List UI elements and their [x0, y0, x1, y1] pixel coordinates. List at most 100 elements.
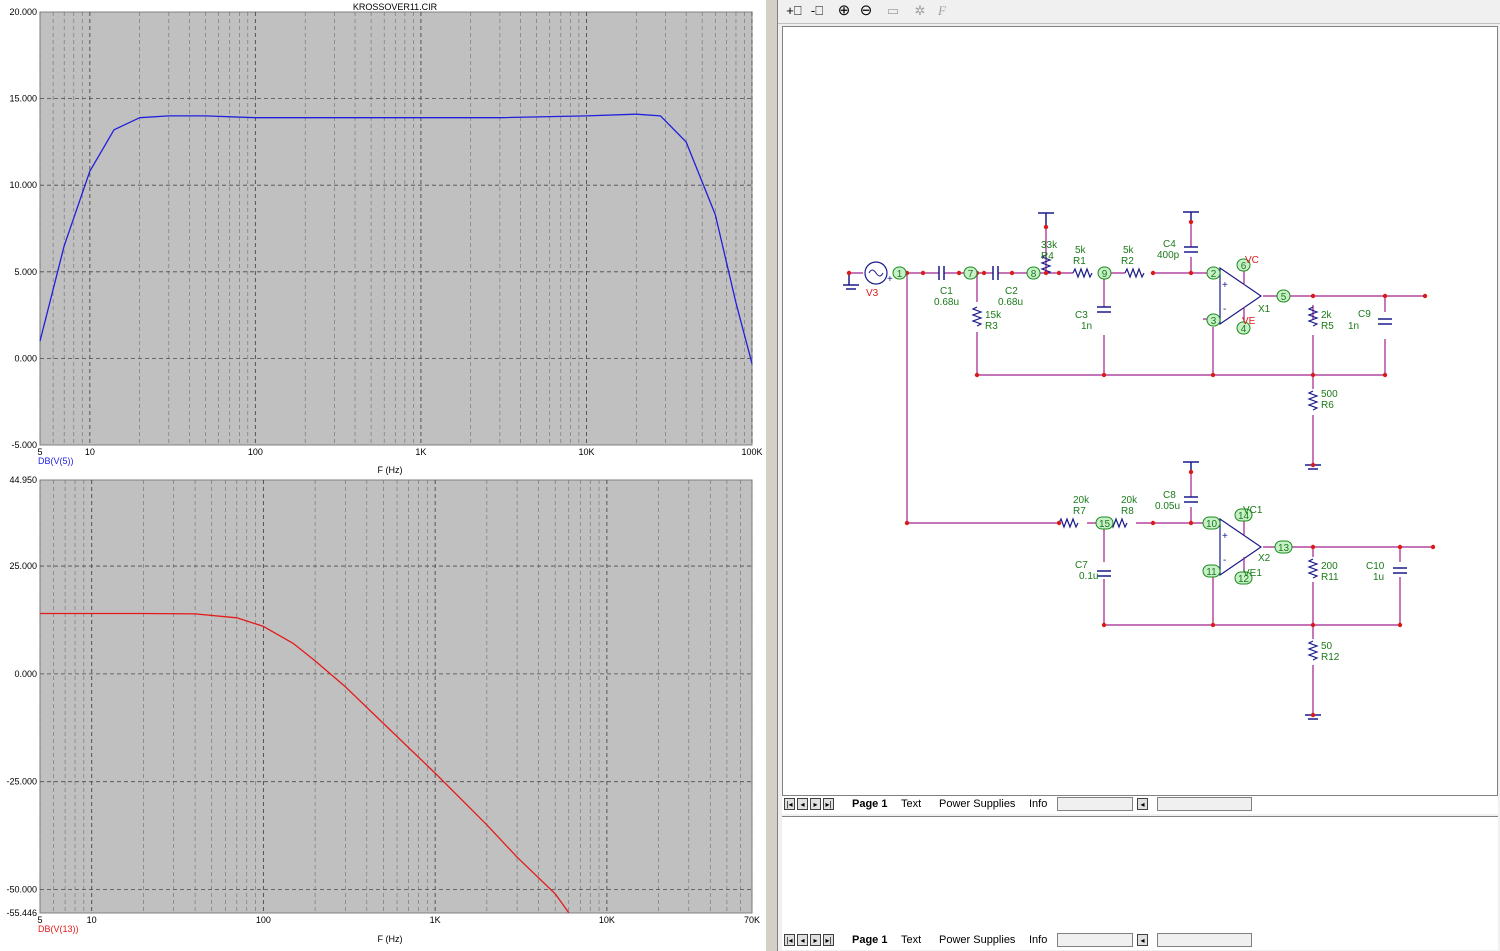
label-vc[interactable]: VC	[1245, 255, 1259, 266]
label-r3-value[interactable]: 15k	[985, 310, 1002, 321]
label-c3-value[interactable]: 1n	[1081, 321, 1092, 332]
label-r12-value[interactable]: 50	[1321, 641, 1333, 652]
next-page-nav[interactable]: ▸	[810, 798, 821, 810]
first-page-nav-lower[interactable]: |◂	[784, 934, 795, 946]
label-c10[interactable]: C10	[1366, 561, 1385, 572]
label-r8[interactable]: R8	[1121, 506, 1134, 517]
label-c7-value[interactable]: 0.1u	[1079, 571, 1098, 582]
label-r7[interactable]: R7	[1073, 506, 1086, 517]
label-c1-value[interactable]: 0.68u	[934, 297, 959, 308]
tab-text-lower[interactable]: Text	[898, 933, 924, 948]
label-r2[interactable]: R2	[1121, 256, 1134, 267]
plot-bottom-xlabel: F (Hz)	[378, 934, 403, 944]
label-r7-value[interactable]: 20k	[1073, 495, 1090, 506]
delete-page-button[interactable]: -⎕	[807, 2, 827, 20]
label-c8[interactable]: C8	[1163, 490, 1176, 501]
y-tick-label: 5.000	[14, 267, 37, 277]
y-tick-label: 15.000	[9, 94, 37, 104]
label-r11[interactable]: R11	[1321, 572, 1339, 583]
label-r5[interactable]: R5	[1321, 321, 1334, 332]
zoom-out-button[interactable]: ⊖	[856, 2, 876, 20]
label-c4-value[interactable]: 400p	[1157, 250, 1180, 261]
label-c9-value[interactable]: 1n	[1348, 321, 1359, 332]
label-c8-value[interactable]: 0.05u	[1155, 501, 1180, 512]
tab-info[interactable]: Info	[1026, 797, 1050, 812]
label-c10-value[interactable]: 1u	[1373, 572, 1384, 583]
add-page-button[interactable]: +⎕	[784, 2, 804, 20]
v3-plus-sign: +	[887, 274, 893, 285]
label-c2[interactable]: C2	[1005, 286, 1018, 297]
label-c7[interactable]: C7	[1075, 560, 1088, 571]
label-r2-value[interactable]: 5k	[1123, 245, 1135, 256]
label-r6[interactable]: R6	[1321, 400, 1334, 411]
y-tick-label: -55.446	[6, 908, 37, 918]
schematic-canvas[interactable]: V3 C1 0.68u C2 0.68u 15k R3 33k R4 5k R1…	[782, 26, 1498, 796]
label-c3[interactable]: C3	[1075, 310, 1088, 321]
first-page-nav[interactable]: |◂	[784, 798, 795, 810]
y-tick-label: -50.000	[6, 885, 37, 895]
tab-strip-filler	[1057, 797, 1133, 811]
label-r12[interactable]: R12	[1321, 652, 1340, 663]
scroll-left-nav-lower[interactable]: ◂	[1137, 934, 1148, 946]
plot-top-trace-label: DB(V(5))	[38, 456, 74, 466]
plot-window: KROSSOVER11.CIR 20.000 15.000 10.000 5.000 0…	[0, 0, 765, 951]
folder-button[interactable]: ▭	[883, 2, 903, 20]
tab-power-supplies-lower[interactable]: Power Supplies	[936, 933, 1018, 948]
node-6: 6	[1241, 261, 1247, 272]
pane-splitter[interactable]	[765, 0, 778, 951]
x-tick-label: 10	[87, 915, 97, 925]
label-r5-value[interactable]: 2k	[1321, 310, 1333, 321]
label-c9[interactable]: C9	[1358, 309, 1371, 320]
label-c2-value[interactable]: 0.68u	[998, 297, 1023, 308]
font-button[interactable]: F	[932, 2, 952, 20]
prev-page-nav-lower[interactable]: ◂	[797, 934, 808, 946]
label-c1[interactable]: C1	[940, 286, 953, 297]
label-r4-value[interactable]: 33k	[1041, 240, 1058, 251]
node-3: 3	[1211, 316, 1217, 327]
tab-strip-filler-lower	[1057, 933, 1133, 947]
tab-page-1[interactable]: Page 1	[849, 797, 890, 812]
tab-page-1-lower[interactable]: Page 1	[849, 933, 890, 948]
source-v3[interactable]	[864, 261, 888, 285]
plot-top-x-ticks: 5 10 100 1K 10K 100K	[37, 447, 762, 457]
node-2: 2	[1211, 269, 1217, 280]
opamp-x2[interactable]	[1219, 517, 1263, 577]
last-page-nav-lower[interactable]: ▸|	[823, 934, 834, 946]
plot-top-y-ticks: 20.000 15.000 10.000 5.000 0.000 -5.000	[9, 7, 37, 450]
node-12: 12	[1238, 574, 1250, 585]
x-tick-label: 1K	[415, 447, 426, 457]
label-r1-value[interactable]: 5k	[1075, 245, 1087, 256]
x1-minus-sign: -	[1223, 304, 1226, 315]
label-r4[interactable]: R4	[1041, 251, 1054, 262]
tab-info-lower[interactable]: Info	[1026, 933, 1050, 948]
label-r8-value[interactable]: 20k	[1121, 495, 1138, 506]
next-page-nav-lower[interactable]: ▸	[810, 934, 821, 946]
x-tick-label: 100K	[741, 447, 762, 457]
label-v3[interactable]: V3	[866, 288, 879, 299]
label-r1[interactable]: R1	[1073, 256, 1086, 267]
plot-bottom[interactable]: 44.95025.0000.000-25.000-50.000-55.446 5…	[0, 475, 765, 951]
lower-text-pane[interactable]	[782, 816, 1498, 934]
y-tick-label: -25.000	[6, 777, 37, 787]
horizontal-scrollbar[interactable]	[1157, 797, 1252, 811]
zoom-in-button[interactable]: ⊕	[834, 2, 854, 20]
tab-text[interactable]: Text	[898, 797, 924, 812]
scroll-left-nav[interactable]: ◂	[1137, 798, 1148, 810]
prev-page-nav[interactable]: ◂	[797, 798, 808, 810]
label-r6-value[interactable]: 500	[1321, 389, 1338, 400]
x-tick-label: 10K	[578, 447, 594, 457]
last-page-nav[interactable]: ▸|	[823, 798, 834, 810]
node-10: 10	[1206, 519, 1218, 530]
label-x2[interactable]: X2	[1258, 553, 1271, 564]
label-c4[interactable]: C4	[1163, 239, 1176, 250]
schematic-resistors	[971, 254, 1319, 661]
label-r11-value[interactable]: 200	[1321, 561, 1338, 572]
node-4: 4	[1241, 324, 1247, 335]
tab-power-supplies[interactable]: Power Supplies	[936, 797, 1018, 812]
plot-top[interactable]: KROSSOVER11.CIR 20.000 15.000 10.000 5.000 0…	[0, 0, 765, 475]
y-tick-label: 20.000	[9, 7, 37, 17]
horizontal-scrollbar-lower[interactable]	[1157, 933, 1252, 947]
settings-button[interactable]: ✲	[910, 2, 930, 20]
label-r3[interactable]: R3	[985, 321, 998, 332]
label-x1[interactable]: X1	[1258, 304, 1271, 315]
